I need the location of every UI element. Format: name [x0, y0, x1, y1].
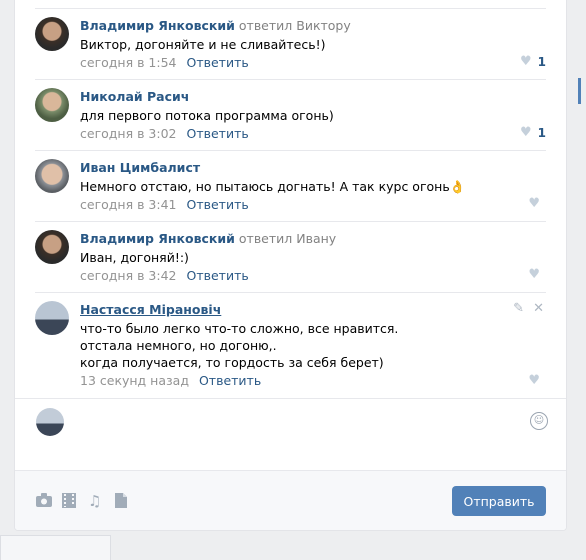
scrollbar[interactable] — [578, 78, 581, 104]
divider — [35, 292, 546, 293]
comment-time[interactable]: 13 секунд назад — [80, 373, 189, 388]
bottom-tab — [0, 535, 111, 560]
comment-author[interactable]: Владимир Янковский — [80, 231, 235, 246]
heart-icon: ♥ — [519, 125, 532, 140]
reply-button[interactable]: Ответить — [186, 268, 248, 283]
comment-text: когда получается, то гордость за себя бе… — [80, 355, 384, 370]
comment: Владимир Янковский ответил Виктору Викто… — [35, 17, 546, 80]
reply-button[interactable]: Ответить — [186, 55, 248, 70]
comment-text: отстала немного, но догоню,. — [80, 338, 277, 353]
comment: Николай Расич для первого потока програм… — [35, 88, 546, 151]
divider — [15, 398, 566, 399]
comment: Иван Цимбалист Немного отстаю, но пытаюс… — [35, 159, 546, 222]
avatar[interactable] — [35, 159, 69, 193]
comment-author[interactable]: Владимир Янковский — [80, 18, 235, 33]
comment-author[interactable]: Николай Расич — [80, 89, 189, 104]
reply-to-label: ответил Ивану — [238, 231, 337, 246]
comment-time[interactable]: сегодня в 1:54 — [80, 55, 177, 70]
like-button[interactable]: ♥ 1 — [520, 54, 546, 70]
close-icon[interactable]: ✕ — [533, 301, 544, 317]
composer-toolbar: ♫ Отправить — [15, 470, 566, 530]
like-button[interactable]: ♥ 1 — [520, 125, 546, 141]
reply-button[interactable]: Ответить — [186, 197, 248, 212]
comment: Настасся Мірановіч что-то было легко что… — [35, 301, 546, 398]
send-button[interactable]: Отправить — [452, 486, 546, 516]
avatar[interactable] — [35, 88, 69, 122]
reply-to-label: ответил Виктору — [238, 18, 351, 33]
divider — [35, 221, 546, 222]
smile-icon[interactable]: ☺ — [530, 412, 548, 430]
heart-icon: ♥ — [528, 267, 540, 282]
like-button[interactable]: ♥ — [528, 267, 546, 283]
comment-text: что-то было легко что-то сложно, все нра… — [80, 321, 399, 336]
document-icon[interactable] — [115, 493, 127, 511]
reply-button[interactable]: Ответить — [199, 373, 261, 388]
music-icon[interactable]: ♫ — [88, 493, 101, 509]
like-count: 1 — [537, 126, 546, 140]
edit-pencil-icon[interactable]: ✎ — [513, 301, 524, 317]
comment-text: Иван, догоняй!:) — [80, 250, 189, 265]
divider — [35, 150, 546, 151]
heart-icon: ♥ — [528, 373, 540, 388]
camera-icon[interactable] — [36, 493, 52, 510]
comment-author[interactable]: Иван Цимбалист — [80, 160, 200, 175]
comment-time[interactable]: сегодня в 3:02 — [80, 126, 177, 141]
divider — [35, 8, 546, 9]
avatar[interactable] — [35, 301, 69, 335]
avatar[interactable] — [35, 17, 69, 51]
divider — [35, 79, 546, 80]
comment-author[interactable]: Настасся Мірановіч — [80, 302, 221, 317]
avatar[interactable] — [35, 230, 69, 264]
current-user-avatar — [36, 408, 64, 436]
like-button[interactable]: ♥ — [528, 196, 546, 212]
comment-text: Немного отстаю, но пытаюсь догнать! А та… — [80, 179, 466, 194]
reply-button[interactable]: Ответить — [186, 126, 248, 141]
heart-icon: ♥ — [519, 54, 532, 69]
comment-time[interactable]: сегодня в 3:42 — [80, 268, 177, 283]
comment-time[interactable]: сегодня в 3:41 — [80, 197, 177, 212]
heart-icon: ♥ — [528, 196, 540, 211]
comment-text: для первого потока программа огонь) — [80, 108, 334, 123]
video-icon[interactable] — [62, 493, 76, 511]
comments-card: Владимир Янковский ответил Виктору Викто… — [14, 0, 567, 531]
comment-text: Виктор, догоняйте и не сливайтесь!) — [80, 37, 326, 52]
like-button[interactable]: ♥ — [528, 373, 546, 389]
like-count: 1 — [537, 55, 546, 69]
comment: Владимир Янковский ответил Ивану Иван, д… — [35, 230, 546, 293]
